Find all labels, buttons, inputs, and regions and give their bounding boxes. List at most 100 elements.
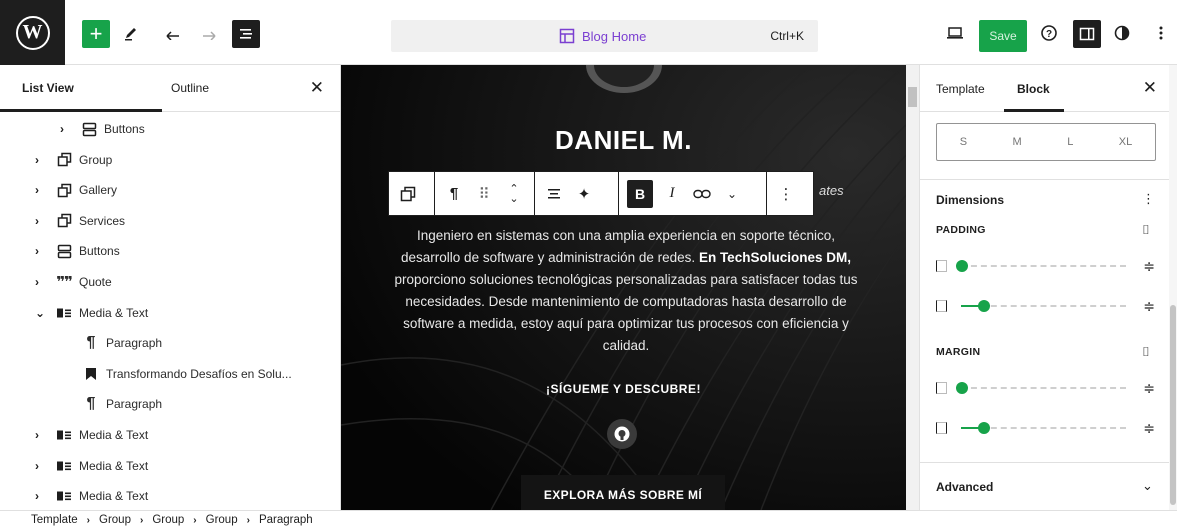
explore-button[interactable]: EXPLORA MÁS SOBRE MÍ [521,475,725,510]
document-overview-button[interactable] [232,20,260,48]
settings-toggle-button[interactable] [1073,20,1101,48]
add-block-button[interactable]: + [82,20,110,48]
list-view-item-label: Services [79,213,126,228]
command-palette-bar[interactable]: Blog Home Ctrl+K [391,20,818,52]
help-button[interactable]: ? [1036,20,1062,46]
breadcrumb-item[interactable]: Template [31,514,78,526]
tab-list-view[interactable]: List View [22,81,74,95]
contrast-icon [1114,25,1130,41]
select-parent-button[interactable] [397,183,419,205]
link-icon[interactable] [691,183,713,205]
chevron-right-icon[interactable]: › [35,153,53,167]
close-icon[interactable]: ✕ [1143,78,1157,98]
custom-value-icon[interactable]: ≑ [1143,420,1155,437]
wordpress-logo-button[interactable]: W [0,0,65,65]
move-up-down-icon[interactable]: ⌃ ⌄ [503,183,525,205]
chevron-right-icon[interactable]: › [35,275,53,289]
margin-horizontal-slider[interactable]: ≑ [936,419,1161,439]
hero-heading[interactable]: DANIEL M. [341,125,906,156]
undo-button[interactable] [160,20,186,46]
media-text-icon [53,460,75,472]
tools-button[interactable] [118,20,144,46]
list-view-item[interactable]: ¶ Paragraph [80,389,163,419]
more-vertical-icon[interactable]: ⋮ [1142,191,1155,207]
custom-value-icon[interactable]: ≑ [1143,298,1155,315]
list-view-item-label: Gallery [79,183,118,198]
advanced-panel-toggle[interactable]: Advanced [936,480,993,494]
list-view-item[interactable]: › Group [35,145,112,175]
redo-button[interactable] [196,20,222,46]
list-view-item[interactable]: › ❞❞ Quote [35,267,112,297]
margin-vertical-slider[interactable]: ≑ [936,379,1161,399]
padding-label: PADDING [936,224,986,236]
unlink-sides-icon[interactable]: ⌷ [1142,344,1150,360]
options-menu-button[interactable] [1148,20,1174,46]
selected-paragraph[interactable]: Ingeniero en sistemas con una amplia exp… [393,225,859,357]
list-view-item[interactable]: › Media & Text [35,451,148,481]
quote-icon: ❞❞ [56,274,73,291]
sidebar-scrollbar[interactable] [1169,65,1177,510]
editor-canvas[interactable]: DANIEL M. ates Ingeniero en sistemas con… [341,65,906,510]
list-view-item[interactable]: › Gallery [35,175,117,205]
breadcrumb-item[interactable]: Group [206,514,238,526]
wordpress-icon: W [15,15,50,50]
slider-knob[interactable] [956,260,968,272]
list-view-item[interactable]: Transformando Desafíos en Solu... [80,359,292,389]
subtitle-fragment[interactable]: ates [819,183,844,198]
list-view-item[interactable]: ¶ Paragraph [80,328,163,358]
list-view-item[interactable]: › Services [35,206,125,236]
tab-outline[interactable]: Outline [171,81,209,95]
chevron-right-icon[interactable]: › [60,122,78,136]
padding-horizontal-slider[interactable]: ≑ [936,297,1161,317]
github-link[interactable] [607,419,637,449]
custom-value-icon[interactable]: ≑ [1143,258,1155,275]
italic-button[interactable]: I [661,183,683,205]
close-icon[interactable]: ✕ [310,78,324,98]
save-button[interactable]: Save [979,20,1027,52]
breadcrumb-item[interactable]: Group [99,514,131,526]
sparkle-icon[interactable]: ✦ [573,183,595,205]
chevron-right-icon[interactable]: › [35,214,53,228]
slider-knob[interactable] [956,382,968,394]
chevron-down-icon[interactable]: ⌄ [35,306,53,320]
follow-heading[interactable]: ¡SÍGUEME Y DESCUBRE! [341,382,906,396]
more-options-icon[interactable]: ⋮ [775,183,797,205]
slider-knob[interactable] [978,300,991,312]
chevron-right-icon[interactable]: › [35,183,53,197]
bold-button[interactable]: B [627,179,653,208]
buttons-icon [53,244,75,259]
list-view-item[interactable]: › Media & Text [35,481,148,510]
list-view-item[interactable]: › Buttons [35,236,120,266]
list-view-item-label: Buttons [104,122,145,136]
unlink-sides-icon[interactable]: ⌷ [1142,222,1150,238]
tab-block[interactable]: Block [1017,82,1050,96]
padding-vertical-slider[interactable]: ≑ [936,257,1161,277]
list-view-item[interactable]: › Buttons [60,114,145,144]
size-option[interactable]: L [1067,136,1073,148]
breadcrumb-item[interactable]: Group [152,514,184,526]
device-preview-button[interactable] [942,20,968,46]
chevron-down-icon[interactable]: ⌄ [721,183,743,205]
chevron-down-icon[interactable]: ⌄ [1142,478,1153,494]
paragraph-icon[interactable]: ¶ [443,183,465,205]
tab-template[interactable]: Template [936,82,985,96]
breadcrumb-item[interactable]: Paragraph [259,514,313,526]
laptop-icon [947,27,963,39]
chevron-right-icon[interactable]: › [35,459,53,473]
list-view-item[interactable]: ⌄ Media & Text [35,298,148,328]
size-option[interactable]: XL [1119,136,1132,148]
chevron-right-icon[interactable]: › [35,428,53,442]
size-option[interactable]: M [1013,136,1022,148]
custom-value-icon[interactable]: ≑ [1143,380,1155,397]
styles-button[interactable] [1109,20,1135,46]
chevron-right-icon[interactable]: › [35,489,53,503]
chevron-right-icon[interactable]: › [35,244,53,258]
canvas-scrollbar[interactable] [906,65,919,510]
align-center-icon[interactable] [543,183,565,205]
size-option[interactable]: S [960,136,967,148]
list-view-item-label: Media & Text [79,489,149,504]
document-title[interactable]: Blog Home [582,29,646,44]
list-view-item[interactable]: › Media & Text [35,420,148,450]
slider-knob[interactable] [978,422,991,434]
drag-handle-icon[interactable]: ⠿ [473,183,495,205]
